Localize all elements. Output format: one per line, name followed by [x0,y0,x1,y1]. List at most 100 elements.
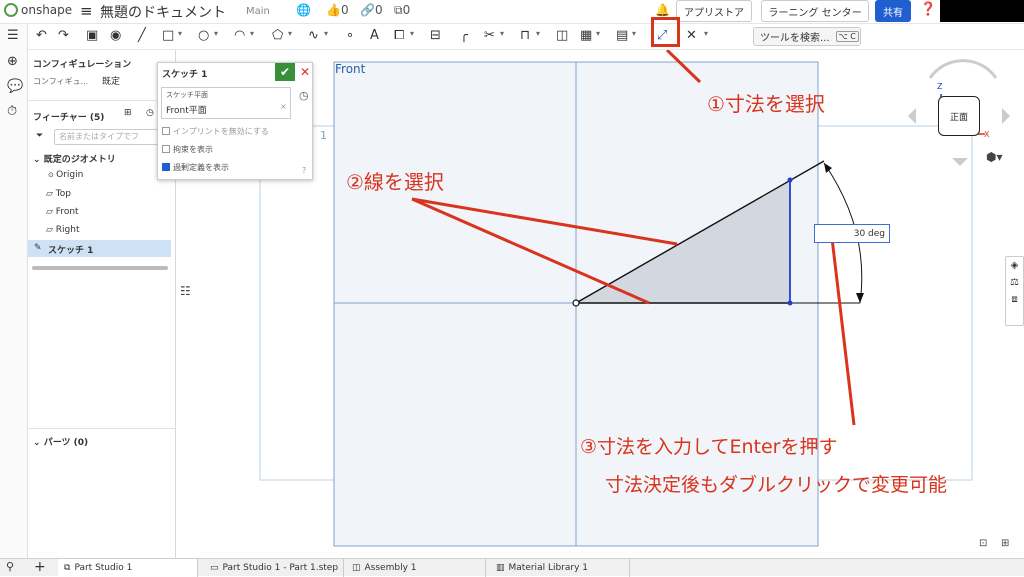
part-studio-icon: ⧉ [64,563,71,573]
feature-panel: コンフィギュレーション コンフィギュ... 既定 フィーチャー (5) ⊞ ◷ … [28,50,176,558]
feature-search-input[interactable]: 名前またはタイプでフ [54,129,170,145]
parts-folder[interactable]: ⌄ パーツ (0) [33,435,88,448]
like-button[interactable]: 👍0 [326,3,349,17]
chevron-down-icon[interactable]: ▾ [178,29,182,38]
arc-icon[interactable]: ◠ [234,28,245,44]
sketch-plane-field[interactable]: スケッチ平面 Front平面 × [161,87,291,119]
branch-label[interactable]: Main [246,6,270,17]
measure-icon[interactable]: ⚖ [1006,277,1023,288]
feature-item-right[interactable]: ▱ Right [46,225,80,235]
onshape-logo[interactable]: onshape [4,3,72,17]
document-title[interactable]: 無題のドキュメント [100,2,226,22]
hamburger-icon[interactable]: ≡ [80,2,93,20]
chevron-down-icon[interactable]: ▾ [536,29,540,38]
tool-search-input[interactable]: ツールを検索... ⌥ C [753,27,861,46]
annotation-step2: ②線を選択 [346,170,444,194]
share-button[interactable]: 共有 [875,0,911,22]
add-feature-icon[interactable]: ⊕ [7,54,18,69]
chevron-down-icon[interactable]: ▾ [324,29,328,38]
text-icon[interactable]: A [370,28,379,44]
tab-part-studio[interactable]: ⧉ Part Studio 1 [58,559,198,577]
rectangle-icon[interactable]: □ [162,28,174,44]
sketch-icon[interactable]: ▣ [86,28,98,44]
filter-icon[interactable]: ⏷ [36,131,43,141]
mirror-icon[interactable]: ◫ [556,28,568,44]
feature-item-top[interactable]: ▱ Top [46,189,71,199]
dimension-input[interactable]: 30 deg [814,224,890,243]
configuration-value[interactable]: 既定 [102,74,120,87]
tab-list-icon[interactable]: ⚲ [6,560,14,573]
default-geometry-label: 既定のジオメトリ [43,155,116,165]
feature-item-front[interactable]: ▱ Front [46,207,79,217]
notification-bell-icon[interactable]: 🔔 [655,3,670,17]
feature-item-origin[interactable]: ⊙ Origin [48,170,83,180]
polygon-icon[interactable]: ⬠ [272,28,283,44]
redo-icon[interactable]: ↷ [58,28,69,44]
feature-item-sketch[interactable]: ✎ スケッチ 1 [28,240,171,257]
feature-list-icon[interactable]: ☰ [7,28,19,43]
trim-icon[interactable]: ✂ [484,28,495,44]
add-folder-icon[interactable]: ⊞ [124,108,132,118]
sketch-view-icon[interactable]: ◷ [299,89,309,102]
link-button[interactable]: 🔗0 [360,3,383,17]
point-icon[interactable]: ∘ [346,28,354,44]
chevron-down-icon[interactable]: ▾ [250,29,254,38]
clear-plane-icon[interactable]: × [280,102,287,111]
app-store-button[interactable]: アプリストア [676,0,752,22]
help-icon[interactable]: ? [302,166,306,175]
zoom-icon[interactable]: ⊞ [1001,538,1009,549]
appearance-icon[interactable]: ◈ [1006,260,1023,271]
collapse-panel-icon[interactable]: ☷ [180,284,191,298]
cancel-button[interactable]: ✕ [297,64,313,80]
copy-button[interactable]: ⧉0 [394,3,410,18]
imprint-checkbox[interactable] [162,127,170,135]
constraint-icon[interactable]: ✕ [686,28,697,44]
default-geometry-folder[interactable]: ⌄ 既定のジオメトリ [33,152,116,165]
properties-icon[interactable]: ⧈ [1006,294,1023,305]
fit-view-icon[interactable]: ⊡ [979,538,987,549]
view-cube[interactable]: 正面 [938,96,980,136]
line-icon[interactable]: ╱ [138,28,146,44]
globe-icon[interactable]: 🌐 [296,3,311,17]
tab-step-file[interactable]: ▭ Part Studio 1 - Part 1.step [204,559,344,577]
accept-button[interactable]: ✔ [275,63,295,81]
chevron-down-icon[interactable]: ▾ [596,29,600,38]
insert-image-icon[interactable]: ▤ [616,28,628,44]
tab-assembly[interactable]: ◫ Assembly 1 [346,559,486,577]
sketch-point[interactable] [787,177,793,183]
sketch-point[interactable] [787,300,793,306]
sketch-toolbar: ↶ ↷ ▣ ◉ ╱ □ ▾ ○ ▾ ◠ ▾ ⬠ ▾ ∿ ▾ ∘ A ⧠ ▾ ⊟ … [28,24,1024,50]
learning-center-button[interactable]: ラーニング センター [761,0,869,22]
features-title: フィーチャー (5) [33,113,105,123]
construction-icon[interactable]: ⧠ [394,28,404,44]
offset-icon[interactable]: ⊓ [520,28,530,44]
chevron-down-icon[interactable]: ▾ [632,29,636,38]
origin-point[interactable] [572,299,580,307]
add-tab-button[interactable]: + [34,559,46,575]
circle-icon[interactable]: ○ [198,28,209,44]
chevron-down-icon[interactable]: ▾ [500,29,504,38]
rollback-icon[interactable]: ◷ [146,108,154,118]
chevron-down-icon[interactable]: ▾ [410,29,414,38]
chevron-down-icon[interactable]: ▾ [288,29,292,38]
chevron-down-icon[interactable]: ▾ [214,29,218,38]
comment-icon[interactable]: 💬 [7,79,23,94]
annotation-step3-note: 寸法決定後もダブルクリックで変更可能 [605,474,948,496]
plane-icon: ▱ [46,207,56,217]
chevron-down-icon[interactable]: ▾ [704,29,708,38]
history-icon[interactable]: ⏱ [7,104,17,119]
undo-icon[interactable]: ↶ [36,28,47,44]
dimension-arrow [856,293,864,303]
help-icon[interactable]: ❓ [920,2,936,17]
show-constraints-checkbox[interactable] [162,145,170,153]
sketch-plane-label: スケッチ平面 [166,91,208,99]
show-overdefined-checkbox[interactable] [162,163,170,171]
use-icon[interactable]: ⊟ [430,28,441,44]
fillet-icon[interactable]: ╭ [460,28,468,44]
pattern-icon[interactable]: ▦ [580,28,592,44]
tab-material-library[interactable]: ▥ Material Library 1 [490,559,630,577]
feature-list-scrollbar[interactable] [32,266,168,270]
configurations-icon[interactable]: ◉ [110,28,121,44]
view-options-icon[interactable]: ⬢▾ [986,150,1003,164]
spline-icon[interactable]: ∿ [308,28,319,44]
